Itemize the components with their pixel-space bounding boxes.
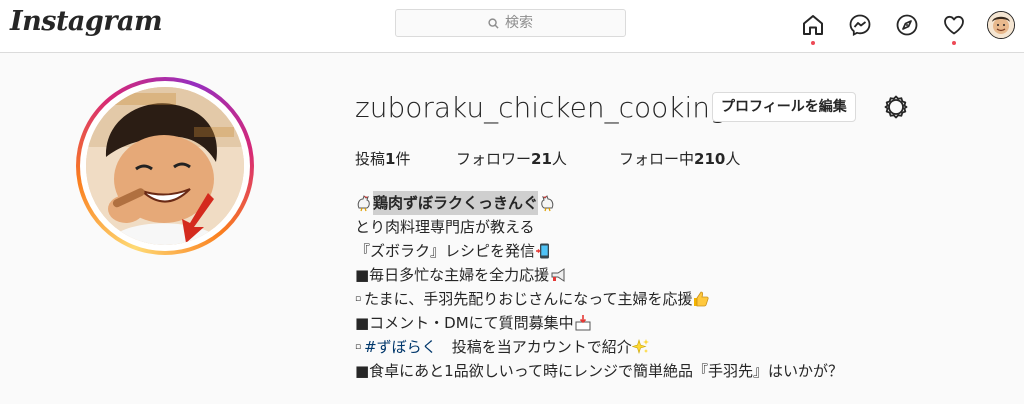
avatar [988, 12, 1014, 38]
posts-count: 投稿1件 [355, 150, 411, 168]
bio-line: ■食卓にあと1品欲しいって時にレンジで簡単絶品『手羽先』はいかが？ [355, 362, 843, 380]
settings-button[interactable] [883, 94, 909, 120]
bio-line: ■コメント・DMにて質問募集中 [355, 311, 843, 335]
heart-icon [944, 15, 964, 35]
search-icon [488, 17, 499, 29]
rooster-icon [541, 195, 554, 212]
edit-profile-button[interactable]: プロフィールを編集 [712, 92, 856, 122]
activity-notification-dot [952, 41, 956, 45]
profile-illustration [86, 87, 244, 245]
bio-line: ▫ たまに、手羽先配りおじさんになって主婦を応援 [355, 287, 843, 311]
profile-picture [86, 87, 244, 245]
bio-display-name: 鶏肉ずぼラクくっきんぐ [373, 191, 539, 215]
mobile-phone-icon [536, 243, 550, 259]
profile-username: zuboraku_chicken_cooking [355, 91, 727, 124]
thumbs-up-icon [694, 291, 710, 307]
bio-line: ■毎日多忙な主婦を全力応援 [355, 263, 843, 287]
sparkles-icon [631, 338, 649, 355]
following-count[interactable]: フォロー中210人 [619, 148, 740, 170]
explore-button[interactable] [894, 12, 920, 38]
hashtag-link[interactable]: #ずぼらく [364, 335, 437, 359]
profile-bio: 鶏肉ずぼラクくっきんぐ とり肉料理専門店が教える 『ズボラク』レシピを発信 ■毎… [355, 191, 843, 383]
bio-line: とり肉料理専門店が教える [355, 218, 535, 236]
activity-button[interactable] [941, 12, 967, 38]
instagram-logo[interactable]: Instagram [10, 6, 163, 37]
profile-picture-story-ring[interactable] [76, 77, 254, 255]
home-button[interactable] [800, 12, 826, 38]
followers-count[interactable]: フォロワー21人 [456, 148, 567, 170]
home-notification-dot [811, 41, 815, 45]
bio-line: 『ズボラク』レシピを発信 [355, 239, 843, 263]
explore-icon [896, 14, 918, 36]
top-navigation-bar: Instagram 検索 [0, 0, 1024, 53]
search-input[interactable]: 検索 [395, 9, 626, 37]
bio-line: ▫ #ずぼらく 投稿を当アカウントで紹介 [355, 335, 843, 359]
direct-messages-button[interactable] [847, 12, 873, 38]
rooster-icon [357, 195, 370, 212]
inbox-tray-icon [575, 315, 591, 331]
megaphone-icon [551, 268, 565, 282]
profile-avatar-button[interactable] [987, 11, 1015, 39]
bio-name-line: 鶏肉ずぼラクくっきんぐ [355, 191, 843, 215]
search-placeholder: 検索 [505, 15, 533, 31]
messenger-icon [849, 14, 871, 36]
gear-icon [884, 95, 908, 119]
home-icon [803, 15, 823, 35]
